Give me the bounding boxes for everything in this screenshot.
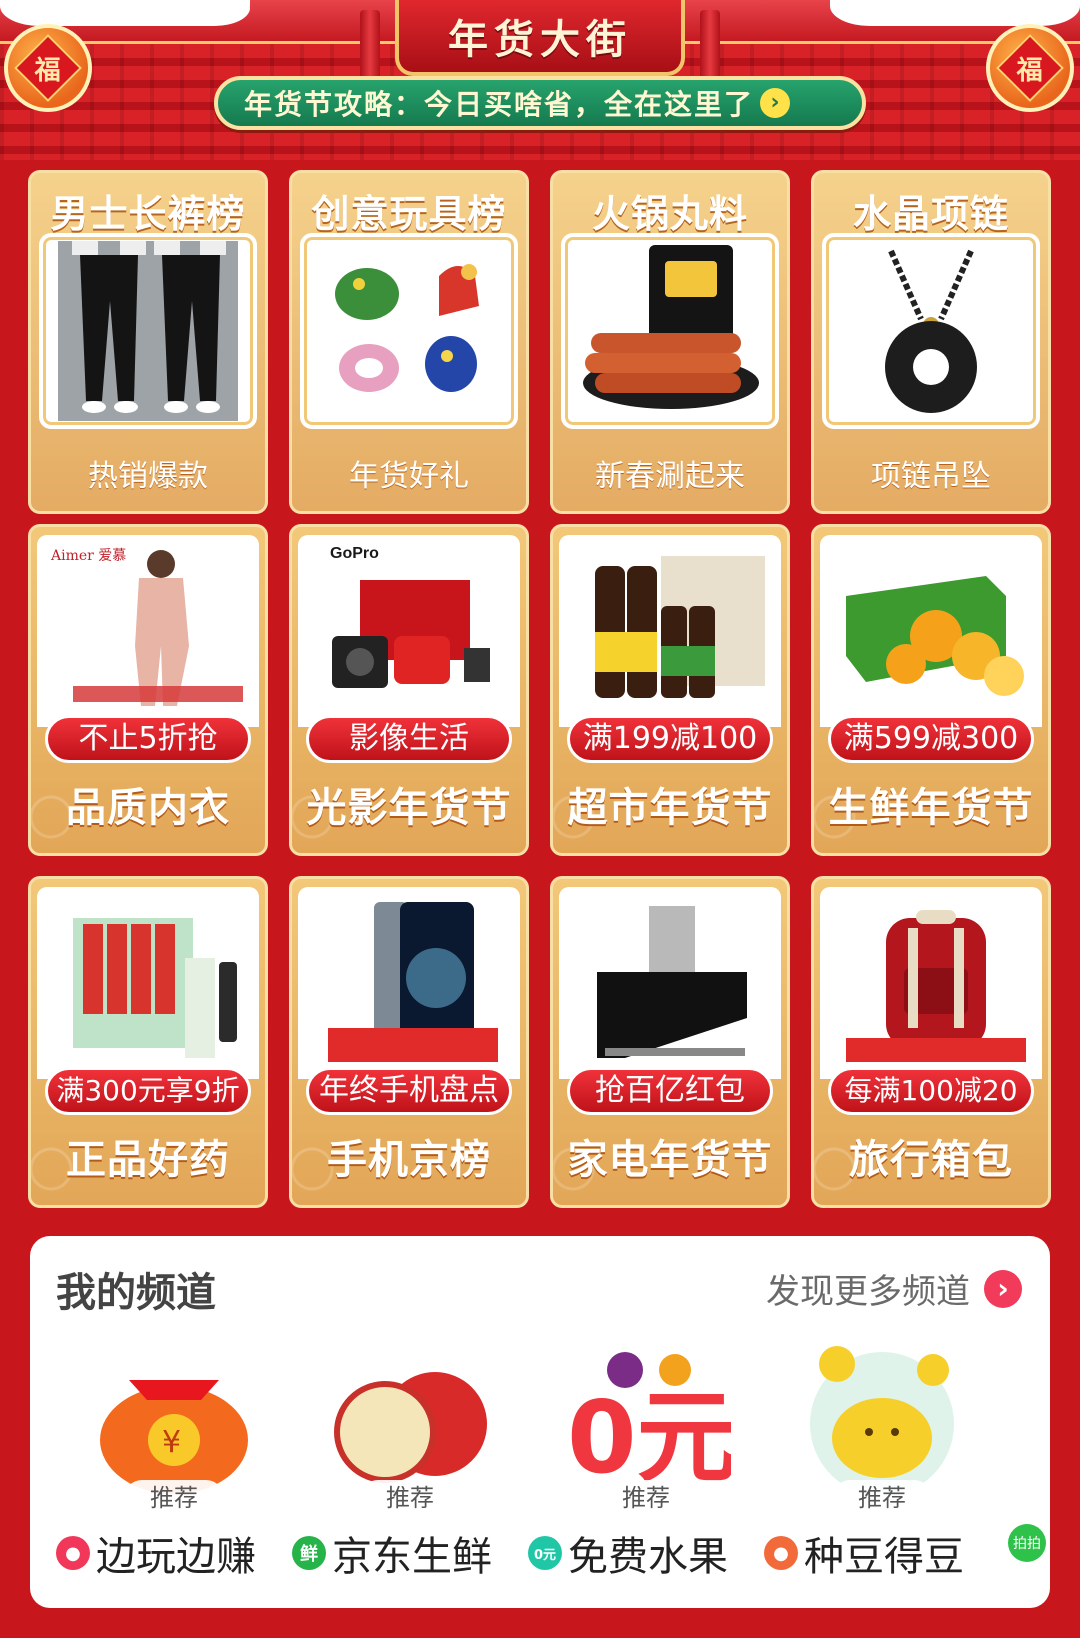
channel-jd-fresh[interactable]: 推荐 鲜 京东生鲜 <box>292 1340 528 1590</box>
toys-image <box>300 233 518 429</box>
apple-icon <box>322 1340 498 1500</box>
discover-more-label: 发现更多频道 <box>766 1272 970 1312</box>
medicine-image <box>37 887 259 1079</box>
necklace-image <box>822 233 1040 429</box>
promo-title: 光影年货节 <box>306 785 512 831</box>
zero-yuan-icon: 0元 <box>558 1340 734 1500</box>
bean-icon: ● <box>764 1536 798 1570</box>
promo-pill: 影像生活 <box>306 715 512 763</box>
strategy-banner-text: 年货节攻略：今日买啥省，全在这里了 <box>244 88 755 121</box>
promo-pill: 每满100减20 <box>828 1067 1034 1115</box>
promo-pill: 满199减100 <box>567 715 773 763</box>
channel-name: 边玩边赚 <box>96 1534 256 1580</box>
chevron-right-icon: › <box>760 88 791 118</box>
promo-card-fresh[interactable]: 满599减300 生鲜年货节 <box>811 524 1051 856</box>
channel-name: 种豆得豆 <box>804 1534 964 1580</box>
promo-card-medicine[interactable]: 满300元享9折 正品好药 <box>28 876 268 1208</box>
channel-name: 京东生鲜 <box>332 1534 492 1580</box>
fresh-icon: 鲜 <box>292 1536 326 1570</box>
free-fruit-icon: 0元 <box>528 1536 562 1570</box>
rank-card-necklace[interactable]: 水晶项链 项链吊坠 <box>811 170 1051 514</box>
promo-title: 正品好药 <box>66 1137 230 1183</box>
bean-bubble-icon <box>794 1340 970 1500</box>
sausage-image <box>561 233 779 429</box>
promo-title: 家电年货节 <box>567 1137 773 1183</box>
promo-card-appliance[interactable]: 抢百亿红包 家电年货节 <box>550 876 790 1208</box>
rank-card-toys[interactable]: 创意玩具榜 年货好礼 <box>289 170 529 514</box>
channel-grow-beans[interactable]: 推荐 ● 种豆得豆 <box>764 1340 1000 1590</box>
promo-pill: 不止5折抢 <box>45 715 251 763</box>
channels-title: 我的频道 <box>56 1270 216 1316</box>
rank-card-hotpot[interactable]: 火锅丸料 新春涮起来 <box>550 170 790 514</box>
promo-pill: 抢百亿红包 <box>567 1067 773 1115</box>
promo-pill: 满599减300 <box>828 715 1034 763</box>
lucky-bag-icon: ¥ <box>86 1340 262 1500</box>
chevron-right-icon: › <box>984 1269 1022 1308</box>
festival-header: 年货大街 福 福 年货节攻略：今日买啥省，全在这里了 › <box>0 0 1080 160</box>
svg-text:¥: ¥ <box>162 1425 181 1460</box>
channel-play-earn[interactable]: ¥ 推荐 ● 边玩边赚 <box>56 1340 292 1590</box>
discover-more-link[interactable]: 发现更多频道 › <box>766 1264 1022 1313</box>
pants-image <box>39 233 257 429</box>
my-channels-panel: 我的频道 发现更多频道 › ¥ 推荐 ● 边玩边赚 推荐 鲜 京东生鲜 0元 推… <box>30 1236 1050 1608</box>
zero-yuan-text: 0元 <box>567 1379 731 1496</box>
card-title: 水晶项链 <box>852 192 1009 236</box>
promo-card-phone[interactable]: 年终手机盘点 手机京榜 <box>289 876 529 1208</box>
paipai-icon[interactable]: 拍拍 <box>1008 1524 1046 1562</box>
brand-logo-text: Aimer 爱慕 <box>50 548 126 564</box>
ranking-row: 男士长裤榜 热销爆款 创意玩具榜 年货好礼 火锅丸料 新春涮起来 水晶项链 项链… <box>28 170 1052 514</box>
promo-title: 超市年货节 <box>567 785 773 831</box>
backpack-image <box>820 887 1042 1079</box>
card-subtitle: 热销爆款 <box>88 459 208 494</box>
card-title: 男士长裤榜 <box>50 192 246 236</box>
page-title: 年货大街 <box>395 0 685 76</box>
fu-lantern-icon: 福 <box>986 24 1074 112</box>
promo-title: 手机京榜 <box>327 1137 491 1183</box>
card-subtitle: 项链吊坠 <box>871 459 991 494</box>
promo-card-supermarket[interactable]: 满199减100 超市年货节 <box>550 524 790 856</box>
recommend-tag: 推荐 <box>124 1480 224 1516</box>
promo-pill: 满300元享9折 <box>45 1067 251 1115</box>
promo-card-underwear[interactable]: Aimer 爱慕 不止5折抢 品质内衣 <box>28 524 268 856</box>
camera-image: GoPro <box>298 535 520 727</box>
promo-pill: 年终手机盘点 <box>306 1067 512 1115</box>
channel-name: 免费水果 <box>568 1534 728 1580</box>
range-hood-image <box>559 887 781 1079</box>
rank-card-pants[interactable]: 男士长裤榜 热销爆款 <box>28 170 268 514</box>
promo-title: 品质内衣 <box>66 785 230 831</box>
channel-free-fruit[interactable]: 0元 推荐 0元 免费水果 <box>528 1340 764 1590</box>
phone-image <box>298 887 520 1079</box>
underwear-image: Aimer 爱慕 <box>37 535 259 727</box>
card-title: 火锅丸料 <box>591 192 748 236</box>
recommend-tag: 推荐 <box>832 1480 932 1516</box>
promo-row-1: Aimer 爱慕 不止5折抢 品质内衣 GoPro 影像生活 光影年货节 满19… <box>28 524 1052 856</box>
orange-box-image <box>820 535 1042 727</box>
card-subtitle: 新春涮起来 <box>595 459 745 494</box>
promo-card-photo[interactable]: GoPro 影像生活 光影年货节 <box>289 524 529 856</box>
promo-title: 生鲜年货节 <box>828 785 1034 831</box>
soy-sauce-image <box>559 535 781 727</box>
promo-row-2: 满300元享9折 正品好药 年终手机盘点 手机京榜 抢百亿红包 家电年货节 每满… <box>28 876 1052 1208</box>
strategy-banner[interactable]: 年货节攻略：今日买啥省，全在这里了 › <box>214 76 866 130</box>
snow-decoration <box>830 0 1080 26</box>
promo-title: 旅行箱包 <box>849 1137 1013 1183</box>
brand-logo-text: GoPro <box>330 545 379 562</box>
game-icon: ● <box>56 1536 90 1570</box>
card-title: 创意玩具榜 <box>311 192 507 236</box>
recommend-tag: 推荐 <box>360 1480 460 1516</box>
recommend-tag: 推荐 <box>596 1480 696 1516</box>
card-subtitle: 年货好礼 <box>349 459 469 494</box>
snow-decoration <box>120 8 250 26</box>
promo-card-luggage[interactable]: 每满100减20 旅行箱包 <box>811 876 1051 1208</box>
fu-lantern-icon: 福 <box>4 24 92 112</box>
